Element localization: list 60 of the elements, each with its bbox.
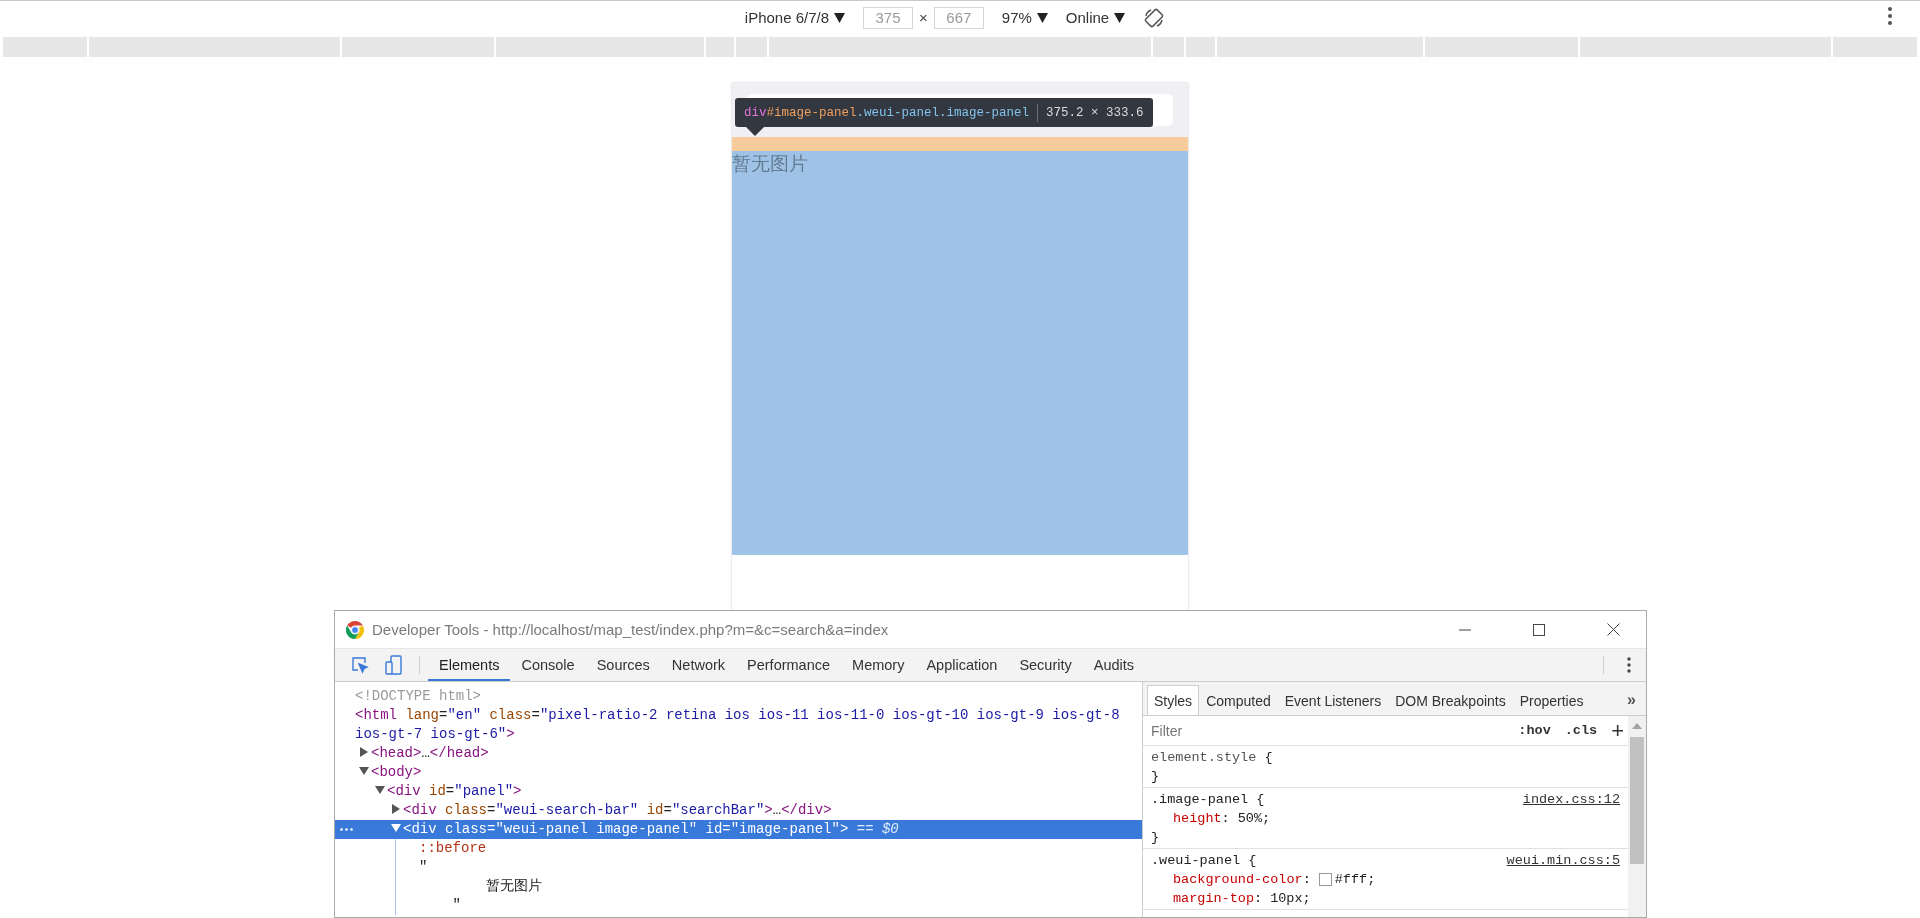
sidebar-tab[interactable]: Computed bbox=[1199, 685, 1278, 715]
caret-icon bbox=[834, 12, 846, 23]
panel-tab[interactable]: Security bbox=[1008, 649, 1083, 681]
scroll-up-icon[interactable] bbox=[1632, 723, 1642, 729]
more-icon[interactable] bbox=[340, 828, 353, 831]
style-declaration[interactable]: margin-top: 10px; bbox=[1151, 889, 1620, 908]
filter-toggle[interactable]: :hov bbox=[1518, 723, 1551, 738]
scrollbar[interactable] bbox=[1628, 716, 1646, 917]
expand-arrow-icon[interactable] bbox=[390, 804, 402, 814]
sidebar-tab[interactable]: DOM Breakpoints bbox=[1388, 685, 1513, 715]
panel-tab[interactable]: Elements bbox=[428, 649, 511, 681]
panel-tab[interactable]: Console bbox=[510, 649, 586, 681]
expand-arrow-icon[interactable] bbox=[374, 785, 386, 795]
closing-brace: } bbox=[1151, 769, 1160, 784]
caret-icon bbox=[1036, 12, 1048, 23]
dom-node[interactable]: <div id="panel"> bbox=[335, 782, 1142, 801]
window-title: Developer Tools - http://localhost/map_test/index.php?m=&c=search&a=index bbox=[372, 621, 890, 638]
dom-node[interactable]: <html lang="en" class="pixel-ratio-2 retina ios ios-11 ios-11-0 ios-gt-10 ios-gt-9 ios-gt-8 ios-gt-7 ios-gt-6"> bbox=[335, 706, 1142, 744]
dom-node[interactable]: <head>…</head> bbox=[335, 744, 1142, 763]
sidebar-tab[interactable]: Properties bbox=[1512, 685, 1591, 715]
device-select[interactable]: iPhone 6/7/8 bbox=[744, 9, 846, 26]
filter-field[interactable]: Filter bbox=[1151, 722, 1505, 739]
sidebar-tab[interactable]: Styles bbox=[1147, 685, 1200, 715]
dom-node[interactable]: ::before bbox=[335, 839, 1142, 858]
zoom-select[interactable]: 97% bbox=[1001, 9, 1048, 26]
dom-node[interactable]: <div class="weui-panel image-panel" id="image-panel"> == $0 bbox=[335, 820, 1142, 839]
panel-tab[interactable]: Sources bbox=[585, 649, 661, 681]
rule-selector: .image-panel { bbox=[1151, 791, 1265, 809]
style-declaration[interactable]: background-color: #fff; bbox=[1151, 870, 1620, 889]
expand-arrow-icon[interactable] bbox=[390, 823, 402, 833]
filter-toggle[interactable]: .cls bbox=[1564, 723, 1598, 738]
closing-brace: } bbox=[1151, 830, 1160, 845]
filter-toggle[interactable]: + bbox=[1611, 717, 1624, 744]
panel-tab[interactable]: Audits bbox=[1082, 649, 1146, 681]
panel-tab[interactable]: Application bbox=[915, 649, 1009, 681]
element-selector: div#image-panel.weui-panel.image-panel bbox=[744, 105, 1030, 120]
color-swatch[interactable] bbox=[1318, 873, 1332, 886]
sidebar-tab[interactable]: Event Listeners bbox=[1277, 685, 1389, 715]
rule-selector: element.style { bbox=[1151, 749, 1273, 767]
caret-icon bbox=[1114, 12, 1126, 23]
element-size: 375.2 × 333.6 bbox=[1046, 105, 1144, 120]
expand-arrow-icon[interactable] bbox=[358, 766, 370, 776]
throttling-select[interactable]: Online bbox=[1065, 9, 1126, 26]
empty-message: 暂无图片 bbox=[732, 152, 808, 176]
more-icon[interactable] bbox=[1888, 7, 1892, 25]
expand-arrow-icon[interactable] bbox=[358, 747, 370, 757]
overflow-button[interactable]: » bbox=[1617, 691, 1646, 715]
times-sign: × bbox=[919, 9, 928, 26]
panel-tab[interactable]: Memory bbox=[841, 649, 916, 681]
chrome-logo-icon bbox=[346, 620, 364, 639]
rotate-icon[interactable] bbox=[1143, 6, 1166, 29]
dom-node[interactable]: <body> bbox=[335, 763, 1142, 782]
dom-node[interactable]: <div class="weui-search-bar" id="searchBar">…</div> bbox=[335, 801, 1142, 820]
dom-text-node[interactable]: " 暂无图片 " bbox=[335, 858, 1142, 915]
source-link[interactable]: index.css:12 bbox=[1522, 790, 1620, 809]
panel-tab[interactable]: Performance bbox=[736, 649, 842, 681]
rule-selector: .weui-panel { bbox=[1151, 852, 1257, 870]
style-declaration[interactable]: height: 50%; bbox=[1151, 809, 1620, 828]
source-link[interactable]: weui.min.css:5 bbox=[1506, 851, 1620, 870]
panel-tab[interactable]: Network bbox=[660, 649, 737, 681]
